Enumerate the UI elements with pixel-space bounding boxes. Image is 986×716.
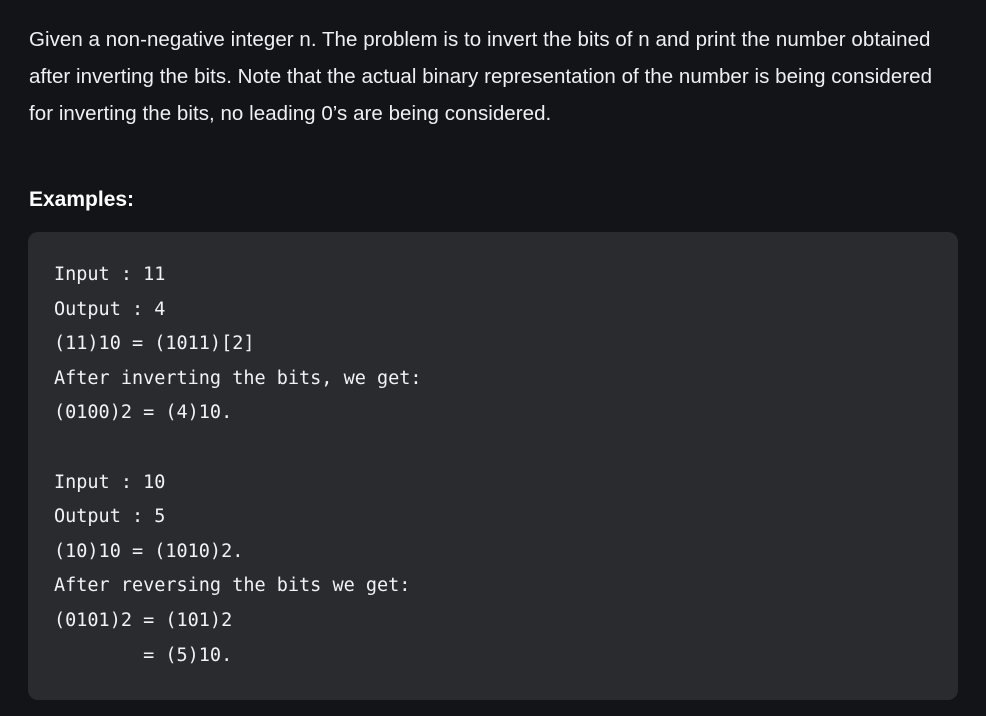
code-line: (0100)2 = (4)10.: [54, 402, 233, 424]
code-line: Input : 10: [54, 471, 166, 493]
code-line: Output : 4: [54, 298, 166, 320]
code-line: (0101)2 = (101)2: [54, 609, 233, 631]
problem-description: Given a non-negative integer n. The prob…: [29, 28, 933, 125]
code-line: After inverting the bits, we get:: [54, 367, 422, 389]
code-line: (11)10 = (1011)[2]: [54, 333, 255, 355]
code-line: Input : 11: [54, 264, 166, 285]
code-line: (10)10 = (1010)2.: [54, 540, 244, 562]
code-line: After reversing the bits we get:: [54, 575, 411, 597]
code-line: Output : 5: [54, 506, 166, 528]
code-line: = (5)10.: [54, 644, 233, 666]
examples-heading: Examples:: [29, 188, 135, 211]
examples-code-block: Input : 11 Output : 4 (11)10 = (1011)[2]…: [28, 232, 958, 700]
